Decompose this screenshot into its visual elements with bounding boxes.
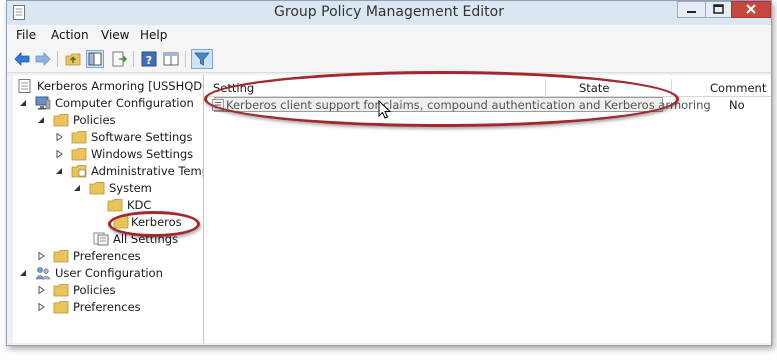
folder-icon: [89, 182, 105, 195]
tree-label: System: [109, 181, 152, 195]
folder-icon: [107, 199, 123, 212]
show-hide-tree-icon: [88, 52, 102, 66]
toolbar-separator: [133, 51, 134, 67]
tree-node-user-preferences[interactable]: Preferences: [13, 299, 203, 316]
tree-label: Software Settings: [91, 130, 193, 144]
users-icon: [35, 267, 51, 280]
tree-label: Kerberos Armoring [USSHQDC1: [37, 79, 204, 93]
tree-node-windows-settings[interactable]: Windows Settings: [13, 146, 203, 163]
tree-node-preferences[interactable]: Preferences: [13, 248, 203, 265]
folder-icon: [71, 148, 87, 161]
forward-arrow-icon[interactable]: [34, 50, 52, 68]
toolbar-separator: [185, 51, 186, 67]
help-icon[interactable]: ?: [140, 50, 158, 68]
close-button[interactable]: [731, 1, 771, 18]
title-bar[interactable]: Group Policy Management Editor: [7, 1, 771, 25]
policy-folder-icon: [71, 165, 87, 178]
folder-icon: [53, 284, 69, 297]
menu-action[interactable]: Action: [51, 28, 89, 42]
setting-highlight-ring: [204, 71, 679, 127]
minimize-icon: [687, 11, 696, 13]
folder-icon: [53, 250, 69, 263]
filter-icon: [194, 52, 210, 66]
console-tree: Kerberos Armoring [USSHQDC1 Computer Con…: [13, 75, 204, 343]
computer-icon: [35, 96, 51, 110]
folder-icon: [71, 131, 87, 144]
tree-label: Administrative Temp: [91, 164, 204, 178]
setting-comment: No: [729, 98, 745, 112]
toolbar: ?: [7, 45, 771, 73]
collapsed-arrow-icon[interactable]: [55, 150, 63, 158]
menu-view[interactable]: View: [101, 28, 129, 42]
expanded-arrow-icon[interactable]: [37, 116, 45, 124]
collapsed-arrow-icon[interactable]: [37, 286, 45, 294]
tree-label: Policies: [73, 113, 116, 127]
close-icon: [746, 4, 756, 14]
expanded-arrow-icon[interactable]: [19, 269, 27, 277]
tree-node-root[interactable]: Kerberos Armoring [USSHQDC1: [13, 78, 203, 95]
gpme-window: Group Policy Management Editor File Acti…: [6, 0, 772, 346]
tree-label: Policies: [73, 283, 116, 297]
collapsed-arrow-icon[interactable]: [37, 303, 45, 311]
tree-label: Preferences: [73, 249, 141, 263]
up-folder-icon[interactable]: [64, 50, 82, 68]
tree-node-software-settings[interactable]: Software Settings: [13, 129, 203, 146]
tree-node-user-policies[interactable]: Policies: [13, 282, 203, 299]
tree-node-administrative-templates[interactable]: Administrative Temp: [13, 163, 203, 180]
tree-label: Windows Settings: [91, 147, 194, 161]
export-list-icon[interactable]: [110, 50, 128, 68]
expanded-arrow-icon[interactable]: [55, 167, 63, 175]
menu-help[interactable]: Help: [140, 28, 167, 42]
expanded-arrow-icon[interactable]: [73, 184, 81, 192]
settings-pane: Setting State Comment Kerberos client su…: [204, 71, 771, 343]
toolbar-separator: [57, 51, 58, 67]
maximize-button[interactable]: [705, 1, 732, 18]
tree-node-system[interactable]: System: [13, 180, 203, 197]
tree-node-user-configuration[interactable]: User Configuration: [13, 265, 203, 282]
minimize-button[interactable]: [677, 1, 706, 18]
menu-file[interactable]: File: [16, 28, 36, 42]
window-title: Group Policy Management Editor: [274, 4, 504, 20]
collapsed-arrow-icon[interactable]: [55, 133, 63, 141]
menu-bar: File Action View Help: [7, 25, 771, 45]
back-arrow-icon[interactable]: [13, 50, 31, 68]
svg-text:?: ?: [146, 54, 152, 67]
collapsed-arrow-icon[interactable]: [37, 252, 45, 260]
folder-icon: [53, 114, 69, 127]
all-settings-icon: [93, 232, 109, 246]
expanded-arrow-icon[interactable]: [19, 99, 27, 107]
tree-node-policies[interactable]: Policies: [13, 112, 203, 129]
kerberos-highlight-ring: [108, 211, 200, 237]
tree-label: User Configuration: [55, 266, 163, 280]
properties-pane-icon[interactable]: [162, 50, 180, 68]
maximize-icon: [713, 4, 724, 14]
tree-node-computer-configuration[interactable]: Computer Configuration: [13, 95, 203, 112]
column-header-comment[interactable]: Comment: [710, 81, 766, 95]
folder-icon: [53, 301, 69, 314]
filter-button[interactable]: [191, 49, 213, 69]
tree-label: KDC: [127, 198, 152, 212]
gpo-document-icon: [18, 79, 31, 93]
tree-label: Computer Configuration: [55, 96, 194, 110]
tree-label: Preferences: [73, 300, 141, 314]
show-hide-tree-button[interactable]: [86, 50, 104, 68]
